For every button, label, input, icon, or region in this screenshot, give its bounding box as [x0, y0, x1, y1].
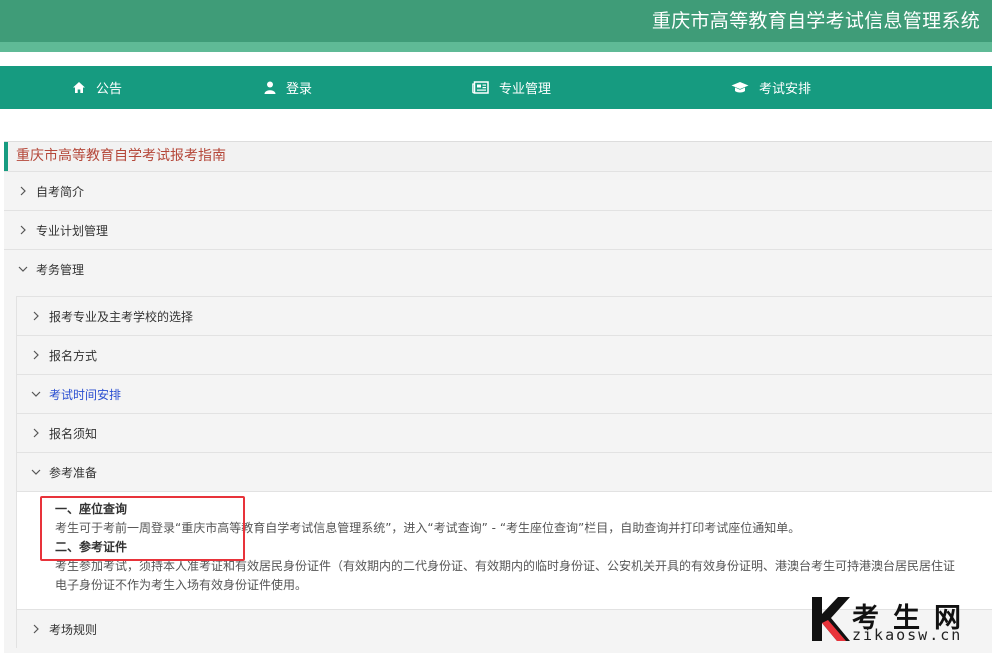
accordion-label: 报名须知 [49, 426, 98, 441]
sub-item-exam-preparation[interactable]: 参考准备 [17, 452, 992, 491]
sub-item-registration-notes[interactable]: 报名须知 [17, 413, 992, 452]
exam-preparation-content: 一、座位查询 考生可于考前一周登录“重庆市高等教育自学考试信息管理系统”，进入“… [17, 491, 992, 609]
accordion-label: 参考准备 [49, 465, 98, 480]
sub-item-exam-time[interactable]: 考试时间安排 [17, 374, 992, 413]
accordion-label: 报名方式 [49, 348, 98, 363]
home-icon [73, 82, 85, 93]
chevron-down-icon [29, 387, 43, 401]
chevron-right-icon [16, 184, 30, 198]
user-icon [264, 81, 276, 94]
chevron-right-icon [29, 426, 43, 440]
nav-label: 专业管理 [499, 82, 552, 97]
watermark-logo: 考生网 zikaosw.cn [808, 594, 992, 653]
watermark-en: zikaosw.cn [852, 626, 963, 644]
chevron-right-icon [29, 622, 43, 636]
accordion-label: 考场规则 [49, 622, 98, 637]
exam-guide-panel: 重庆市高等教育自学考试报考指南 自考简介 专业计划管理 考务管理 报考专业及主考… [4, 141, 992, 653]
accordion-label: 专业计划管理 [36, 223, 109, 238]
main-nav: 公告 登录 专业管理 考试安排 [0, 66, 992, 109]
k-logo-icon [812, 597, 850, 641]
accordion-label: 自考简介 [36, 184, 85, 199]
accordion-label: 报考专业及主考学校的选择 [49, 309, 194, 324]
graduation-cap-icon [731, 82, 749, 93]
nav-label: 考试安排 [759, 82, 812, 97]
chevron-down-icon [16, 262, 30, 276]
accordion-label: 考试时间安排 [49, 387, 122, 402]
header-accent-band [0, 42, 992, 52]
sub-item-major-selection[interactable]: 报考专业及主考学校的选择 [17, 296, 992, 335]
nav-item-announcements[interactable]: 公告 [72, 66, 122, 109]
accordion-label: 考务管理 [36, 262, 85, 277]
chevron-right-icon [29, 309, 43, 323]
newspaper-icon [472, 81, 489, 94]
chevron-right-icon [29, 348, 43, 362]
nav-item-exam-schedule[interactable]: 考试安排 [731, 66, 811, 109]
nav-item-login[interactable]: 登录 [264, 66, 312, 109]
accordion-item-exam-affairs[interactable]: 考务管理 [4, 249, 992, 288]
section-text-id-note: 电子身份证不作为考生入场有效身份证件使用。 [55, 578, 308, 592]
chevron-right-icon [16, 223, 30, 237]
accordion-item-plan[interactable]: 专业计划管理 [4, 210, 992, 249]
guide-title: 重庆市高等教育自学考试报考指南 [4, 142, 992, 171]
highlight-box [40, 496, 245, 561]
site-header: 重庆市高等教育自学考试信息管理系统 [0, 0, 992, 52]
nav-label: 登录 [286, 82, 313, 97]
sub-item-registration-method[interactable]: 报名方式 [17, 335, 992, 374]
nav-item-major-management[interactable]: 专业管理 [472, 66, 551, 109]
chevron-down-icon [29, 465, 43, 479]
accordion-item-intro[interactable]: 自考简介 [4, 171, 992, 210]
nav-label: 公告 [96, 82, 123, 97]
site-title: 重庆市高等教育自学考试信息管理系统 [651, 10, 980, 32]
